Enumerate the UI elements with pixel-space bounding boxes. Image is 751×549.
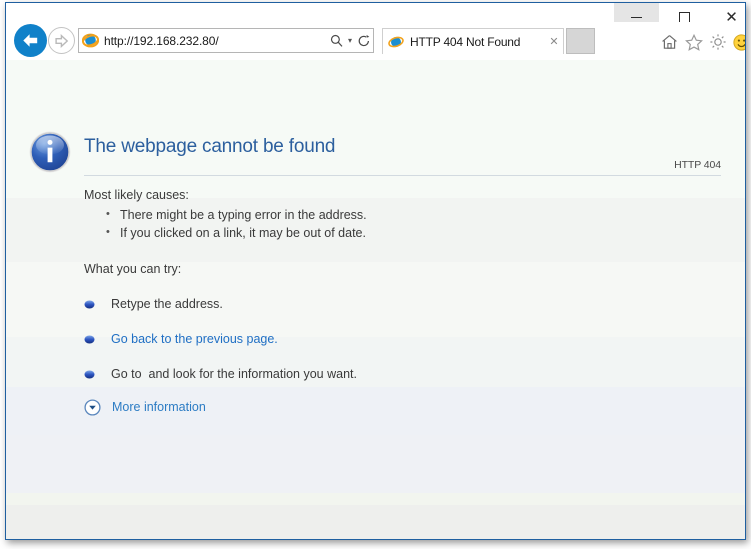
star-glyph: [685, 33, 703, 51]
background-band: [6, 505, 745, 539]
address-bar[interactable]: http://192.168.232.80/ ▾: [78, 28, 374, 53]
refresh-icon[interactable]: [355, 29, 373, 52]
background-band: [6, 435, 745, 493]
info-icon: [29, 131, 71, 173]
back-button[interactable]: [14, 24, 47, 57]
list-item: Retype the address.: [84, 294, 223, 314]
go-back-link[interactable]: Go back to the previous page.: [111, 332, 278, 346]
tab-title: HTTP 404 Not Found: [410, 34, 521, 49]
favorites-icon[interactable]: [683, 31, 705, 53]
search-icon[interactable]: [327, 29, 345, 52]
status-badge: HTTP 404: [674, 159, 721, 171]
navigation-bar: http://192.168.232.80/ ▾ HTTP 404 Not Fo…: [6, 22, 745, 60]
try-label: What you can try:: [84, 262, 182, 276]
bullet-icon: [84, 370, 95, 378]
internet-explorer-icon: [82, 33, 99, 48]
forward-button[interactable]: [48, 27, 75, 54]
chevron-down-icon[interactable]: ▾: [345, 36, 355, 45]
smiley-glyph: [732, 33, 745, 51]
bullet-icon: [84, 335, 95, 343]
forward-arrow-icon: [55, 33, 69, 48]
page-title: The webpage cannot be found: [84, 136, 336, 157]
gear-glyph: [710, 34, 726, 50]
heading-divider: [84, 175, 721, 176]
background-band: [6, 493, 745, 505]
minimize-icon: [631, 17, 642, 18]
browser-window: ✕ http://192.168.232.80/ ▾ HTTP 404 Not …: [5, 2, 746, 540]
list-item: Go to and look for the information you w…: [84, 364, 357, 384]
causes-list: There might be a typing error in the add…: [104, 205, 367, 242]
list-item-label: Go to and look for the information you w…: [111, 367, 357, 381]
back-arrow-icon: [23, 34, 38, 47]
list-item: Go back to the previous page.: [84, 329, 278, 349]
internet-explorer-icon: [388, 36, 404, 47]
list-item: There might be a typing error in the add…: [104, 205, 367, 224]
home-icon[interactable]: [658, 31, 680, 53]
page-content: The webpage cannot be found HTTP 404 Mos…: [6, 60, 745, 539]
background-band: [6, 60, 745, 198]
browser-tab[interactable]: HTTP 404 Not Found ✕: [382, 28, 564, 54]
gear-icon[interactable]: [707, 31, 729, 53]
new-tab-button[interactable]: [566, 28, 595, 54]
desktop-backdrop: ✕ http://192.168.232.80/ ▾ HTTP 404 Not …: [0, 0, 751, 549]
tab-close-button[interactable]: ✕: [545, 30, 563, 54]
list-item: If you clicked on a link, it may be out …: [104, 223, 367, 242]
causes-label: Most likely causes:: [84, 188, 189, 202]
smiley-icon[interactable]: [730, 31, 745, 53]
bullet-icon: [84, 300, 95, 308]
more-information-label[interactable]: More information: [112, 400, 206, 414]
more-information-button[interactable]: More information: [84, 398, 206, 416]
address-input[interactable]: http://192.168.232.80/: [99, 34, 327, 48]
list-item-label: Retype the address.: [111, 297, 223, 311]
chevron-down-circle-icon: [84, 398, 101, 416]
home-glyph: [661, 35, 677, 49]
magnifier-glyph: [330, 34, 342, 47]
refresh-glyph: [358, 34, 370, 46]
